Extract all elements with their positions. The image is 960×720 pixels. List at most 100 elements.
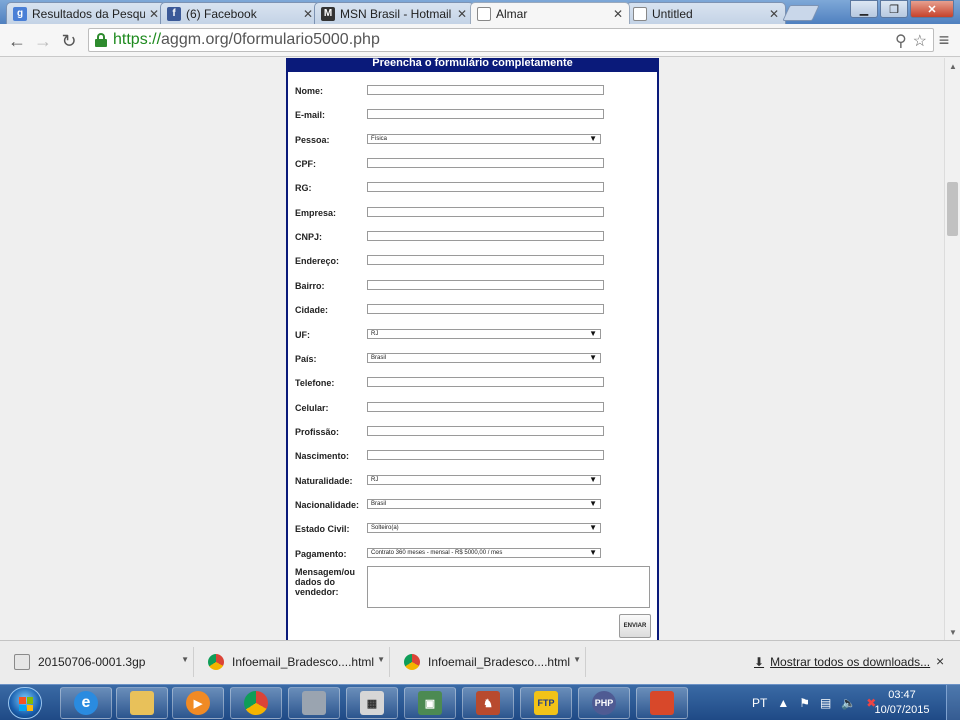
- select-field[interactable]: Brasil ▼: [367, 353, 601, 363]
- close-window-button[interactable]: ✕: [910, 0, 954, 18]
- url-text[interactable]: https://aggm.org/0formulario5000.php: [113, 31, 380, 49]
- download-item[interactable]: Infoemail_Bradesco....html ▼: [394, 647, 586, 677]
- dropdown-arrow-icon[interactable]: ▼: [589, 135, 597, 143]
- close-icon[interactable]: ✕: [303, 7, 313, 21]
- form-row: E-mail:: [295, 109, 651, 123]
- chevron-down-icon[interactable]: ▼: [377, 655, 385, 664]
- text-input[interactable]: [367, 158, 604, 168]
- select-field[interactable]: RJ ▼: [367, 475, 601, 485]
- text-input[interactable]: [367, 182, 604, 192]
- form-row: Nascimento:: [295, 450, 651, 464]
- scroll-up-icon[interactable]: ▲: [949, 62, 957, 71]
- reload-button[interactable]: ↻: [58, 30, 80, 52]
- menu-icon[interactable]: ≡: [934, 30, 954, 50]
- field-label: Nascimento:: [295, 451, 350, 461]
- text-input[interactable]: [367, 426, 604, 436]
- text-input[interactable]: [367, 450, 604, 460]
- dropdown-arrow-icon[interactable]: ▼: [589, 330, 597, 338]
- text-input[interactable]: [367, 402, 604, 412]
- form-row: Empresa:: [295, 207, 651, 221]
- close-icon[interactable]: ✕: [457, 7, 467, 21]
- taskbar-ftp[interactable]: FTP: [520, 687, 572, 719]
- taskbar-explorer[interactable]: [116, 687, 168, 719]
- dropdown-arrow-icon[interactable]: ▼: [589, 549, 597, 557]
- taskbar-app-gray[interactable]: [288, 687, 340, 719]
- download-item[interactable]: Infoemail_Bradesco....html ▼: [198, 647, 390, 677]
- text-input[interactable]: [367, 85, 604, 95]
- taskbar-media-player[interactable]: ▶: [172, 687, 224, 719]
- dropdown-arrow-icon[interactable]: ▼: [589, 354, 597, 362]
- back-button[interactable]: ←: [6, 30, 28, 52]
- chevron-down-icon[interactable]: ▼: [573, 655, 581, 664]
- text-input[interactable]: [367, 255, 604, 265]
- new-tab-button[interactable]: [782, 5, 820, 21]
- tab-untitled[interactable]: Untitled ✕: [626, 2, 786, 24]
- form-row: RG:: [295, 182, 651, 196]
- taskbar-php[interactable]: PHP: [578, 687, 630, 719]
- tray-expand-icon[interactable]: ▲: [777, 696, 789, 710]
- form-row: CPF:: [295, 158, 651, 172]
- form-row: Pagamento: Contrato 360 meses - mensal - …: [295, 548, 651, 562]
- taskbar-games[interactable]: ♞: [462, 687, 514, 719]
- forward-button[interactable]: →: [32, 30, 54, 52]
- tab-msn[interactable]: M MSN Brasil - Hotmail ✕: [314, 2, 474, 24]
- browser-toolbar: ← → ↻ https://aggm.org/0formulario5000.p…: [0, 24, 960, 57]
- system-clock[interactable]: 03:47 10/07/2015: [874, 688, 930, 718]
- field-label: UF:: [295, 330, 310, 340]
- close-icon[interactable]: ✕: [149, 7, 159, 21]
- select-field[interactable]: Contrato 360 meses - mensal - R$ 5000,00…: [367, 548, 601, 558]
- taskbar-calculator[interactable]: ▦: [346, 687, 398, 719]
- text-input[interactable]: [367, 109, 604, 119]
- taskbar-ie[interactable]: e: [60, 687, 112, 719]
- action-center-icon[interactable]: ⚑: [799, 696, 810, 710]
- start-button[interactable]: [8, 687, 42, 719]
- close-downloads-button[interactable]: ×: [936, 653, 944, 669]
- tab-google-results[interactable]: g Resultados da Pesqu ✕: [6, 2, 166, 24]
- bookmark-star-icon[interactable]: ☆: [913, 31, 927, 51]
- scroll-down-icon[interactable]: ▼: [949, 628, 957, 637]
- tab-almar[interactable]: Almar ✕: [470, 2, 630, 24]
- close-icon[interactable]: ✕: [769, 7, 779, 21]
- taskbar-network[interactable]: ▣: [404, 687, 456, 719]
- select-field[interactable]: RJ ▼: [367, 329, 601, 339]
- dropdown-arrow-icon[interactable]: ▼: [589, 524, 597, 532]
- show-all-downloads-link[interactable]: ⬇ Mostrar todos os downloads...: [754, 655, 930, 669]
- message-textarea[interactable]: [367, 566, 650, 608]
- text-input[interactable]: [367, 280, 604, 290]
- text-input[interactable]: [367, 207, 604, 217]
- text-input[interactable]: [367, 377, 604, 387]
- download-item[interactable]: 20150706-0001.3gp ▼: [4, 647, 194, 677]
- field-label: Profissão:: [295, 427, 340, 437]
- text-input[interactable]: [367, 304, 604, 314]
- select-field[interactable]: Solteiro(a) ▼: [367, 523, 601, 533]
- taskbar-app-red[interactable]: [636, 687, 688, 719]
- address-bar[interactable]: https://aggm.org/0formulario5000.php ⚲ ☆: [88, 28, 934, 52]
- submit-button[interactable]: ENVIAR: [619, 614, 651, 638]
- select-field[interactable]: Brasil ▼: [367, 499, 601, 509]
- text-input[interactable]: [367, 231, 604, 241]
- language-indicator[interactable]: PT: [752, 696, 767, 710]
- dropdown-arrow-icon[interactable]: ▼: [589, 476, 597, 484]
- field-label: Pessoa:: [295, 135, 330, 145]
- show-desktop-button[interactable]: [946, 685, 960, 720]
- select-field[interactable]: Física ▼: [367, 134, 601, 144]
- network-icon: ▣: [418, 691, 442, 715]
- chevron-down-icon[interactable]: ▼: [181, 655, 189, 664]
- zoom-icon[interactable]: ⚲: [895, 31, 907, 51]
- scrollbar-thumb[interactable]: [947, 182, 958, 236]
- restore-button[interactable]: ❐: [880, 0, 908, 18]
- taskbar-chrome[interactable]: [230, 687, 282, 719]
- minimize-button[interactable]: ▁: [850, 0, 878, 18]
- download-filename: 20150706-0001.3gp: [38, 655, 146, 669]
- dropdown-arrow-icon[interactable]: ▼: [589, 500, 597, 508]
- select-value: Brasil: [371, 501, 387, 507]
- vertical-scrollbar[interactable]: ▲ ▼: [944, 58, 960, 640]
- message-label: Mensagem/ou dados do vendedor:: [295, 567, 356, 597]
- field-label: Estado Civil:: [295, 524, 350, 534]
- msn-icon: M: [321, 6, 335, 21]
- close-icon[interactable]: ✕: [613, 7, 623, 21]
- network-tray-icon[interactable]: ▤: [820, 696, 831, 710]
- tab-facebook[interactable]: f (6) Facebook ✕: [160, 2, 320, 24]
- tab-title: Resultados da Pesqu: [32, 6, 145, 21]
- volume-icon[interactable]: 🔈: [841, 696, 856, 710]
